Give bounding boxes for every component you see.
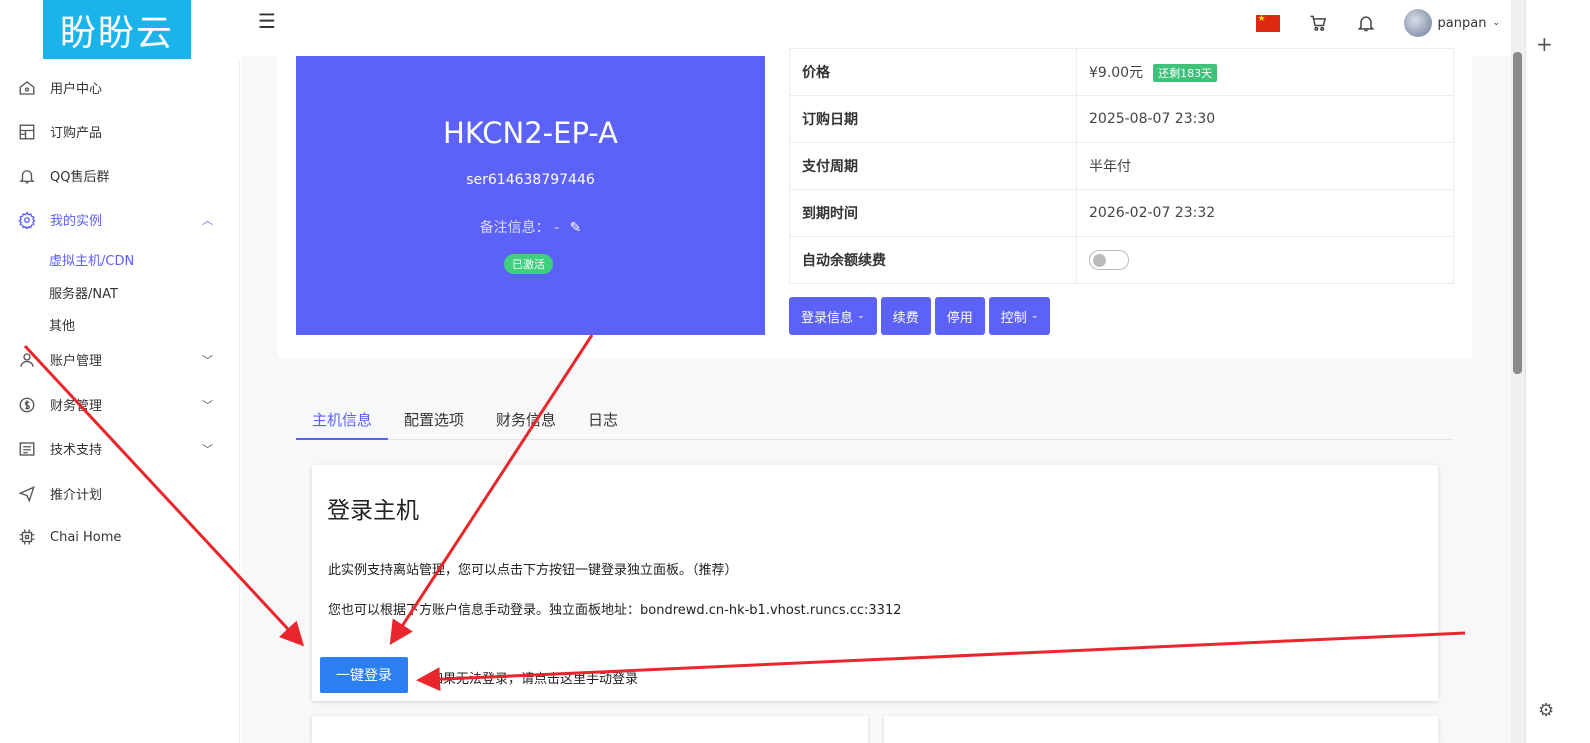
status-badge: 已激活 bbox=[504, 254, 553, 274]
table-row: 订购日期 2025-08-07 23:30 bbox=[789, 95, 1454, 143]
chevron-down-icon: ⌄ bbox=[857, 311, 865, 321]
sidebar-item-referral[interactable]: 推介计划 bbox=[18, 484, 218, 503]
brand-logo[interactable]: 盼盼云 bbox=[43, 0, 191, 59]
sidebar: 用户中心 订购产品 QQ售后群 我的实例 ︿ 虚拟主机/CDN 服务器/NAT … bbox=[0, 60, 240, 743]
renew-button[interactable]: 续费 bbox=[880, 297, 931, 335]
chevron-down-icon: ﹀ bbox=[202, 353, 213, 367]
row-value: 2025-08-07 23:30 bbox=[1076, 95, 1454, 143]
submenu-other[interactable]: 其他 bbox=[49, 315, 75, 334]
instance-note: 备注信息： - ✎ bbox=[296, 217, 765, 237]
sidebar-item-qq-group[interactable]: QQ售后群 bbox=[18, 166, 218, 185]
one-click-login-button[interactable]: 一键登录 bbox=[320, 657, 408, 693]
button-label: 控制 bbox=[1000, 310, 1027, 326]
table-row: 自动余额续费 bbox=[789, 236, 1454, 284]
header-actions: panpan ⌄ bbox=[1255, 8, 1500, 38]
instance-card: HKCN2-EP-A ser614638797446 备注信息： - ✎ 已激活 bbox=[296, 56, 765, 335]
table-row: 价格 ¥9.00元 还剩183天 bbox=[789, 48, 1454, 96]
sidebar-item-finance[interactable]: 财务管理 ﹀ bbox=[18, 395, 218, 414]
gear-icon bbox=[18, 210, 36, 229]
card-title: 登录主机 bbox=[327, 498, 419, 524]
sidebar-item-user-center[interactable]: 用户中心 bbox=[18, 78, 218, 97]
sidebar-item-label: Chai Home bbox=[50, 529, 122, 545]
auto-renew-toggle[interactable] bbox=[1089, 250, 1129, 270]
submenu-server-nat[interactable]: 服务器/NAT bbox=[49, 283, 118, 302]
stop-button[interactable]: 停用 bbox=[934, 297, 985, 335]
row-key: 订购日期 bbox=[789, 95, 1077, 143]
tab-log[interactable]: 日志 bbox=[572, 400, 634, 440]
gear-icon[interactable]: ⚙ bbox=[1538, 700, 1554, 721]
bottom-card-left bbox=[312, 716, 868, 743]
row-value: 2026-02-07 23:32 bbox=[1076, 189, 1454, 237]
row-value bbox=[1076, 236, 1454, 284]
tab-bar: 主机信息 配置选项 财务信息 日志 bbox=[296, 400, 1454, 440]
chevron-down-icon: ⌄ bbox=[1030, 311, 1039, 321]
card-text-2: 您也可以根据下方账户信息手动登录。独立面板地址：bondrewd.cn-hk-b… bbox=[328, 603, 902, 618]
doc-icon bbox=[19, 441, 35, 456]
right-panel: + ⚙ bbox=[1525, 0, 1590, 743]
tab-host-info[interactable]: 主机信息 bbox=[296, 400, 389, 440]
remaining-badge: 还剩183天 bbox=[1153, 64, 1218, 82]
price-value: ¥9.00元 bbox=[1089, 65, 1144, 81]
manual-login-link[interactable]: 如果无法登录，请点击这里手动登录 bbox=[430, 668, 638, 687]
row-value: 半年付 bbox=[1076, 142, 1454, 190]
button-label: 登录信息 bbox=[801, 310, 854, 326]
sidebar-item-label: 用户中心 bbox=[50, 82, 103, 97]
vertical-scrollbar[interactable] bbox=[1511, 0, 1525, 743]
bell-icon bbox=[19, 169, 35, 183]
sidebar-item-label: 订购产品 bbox=[50, 126, 103, 141]
row-key: 到期时间 bbox=[789, 189, 1077, 237]
card-text-1: 此实例支持离站管理，您可以点击下方按钮一键登录独立面板。（推荐） bbox=[328, 563, 738, 578]
details-table: 价格 ¥9.00元 还剩183天 订购日期 2025-08-07 23:30 支付周期… bbox=[789, 48, 1454, 284]
row-key: 自动余额续费 bbox=[789, 236, 1077, 284]
action-buttons: 登录信息 ⌄ 续费 停用 控制 ⌄ bbox=[789, 297, 1051, 335]
table-row: 到期时间 2026-02-07 23:32 bbox=[789, 189, 1454, 237]
chevron-down-icon: ⌄ bbox=[1492, 18, 1500, 28]
user-icon bbox=[20, 352, 34, 367]
plus-icon[interactable]: + bbox=[1536, 32, 1553, 56]
dollar-icon bbox=[19, 397, 35, 412]
username: panpan bbox=[1437, 15, 1487, 31]
login-host-card: 登录主机 此实例支持离站管理，您可以点击下方按钮一键登录独立面板。（推荐） 您也… bbox=[312, 465, 1438, 701]
avatar bbox=[1403, 9, 1432, 37]
bell-icon[interactable] bbox=[1356, 13, 1376, 33]
sidebar-item-my-instances[interactable]: 我的实例 ︿ bbox=[18, 210, 218, 229]
row-key: 支付周期 bbox=[789, 142, 1077, 190]
sidebar-item-account[interactable]: 账户管理 ﹀ bbox=[18, 350, 218, 369]
cart-icon[interactable] bbox=[1308, 13, 1328, 33]
sidebar-item-chai-home[interactable]: Chai Home bbox=[18, 528, 218, 546]
sidebar-item-label: 推介计划 bbox=[50, 488, 103, 503]
login-info-button[interactable]: 登录信息 ⌄ bbox=[789, 297, 877, 335]
sidebar-item-label: 财务管理 bbox=[50, 399, 103, 414]
sidebar-item-label: 账户管理 bbox=[50, 354, 103, 369]
sidebar-item-label: 技术支持 bbox=[50, 443, 103, 458]
tab-config[interactable]: 配置选项 bbox=[388, 400, 480, 440]
send-icon bbox=[18, 485, 35, 503]
user-menu[interactable]: panpan ⌄ bbox=[1403, 9, 1500, 37]
row-value: ¥9.00元 还剩183天 bbox=[1076, 48, 1454, 96]
note-text: 备注信息： - bbox=[479, 220, 560, 236]
china-flag-icon[interactable] bbox=[1255, 14, 1280, 32]
app-root: 盼盼云 ☰ panpan ⌄ 用户中心 订购产品 QQ售后群 我的实例 ︿ 虚拟… bbox=[0, 0, 1590, 743]
control-button[interactable]: 控制 ⌄ bbox=[988, 297, 1051, 335]
instance-name: HKCN2-EP-A bbox=[443, 116, 618, 150]
bottom-card-right bbox=[884, 716, 1438, 743]
submenu-virtual-host[interactable]: 虚拟主机/CDN bbox=[49, 250, 134, 269]
chevron-up-icon: ︿ bbox=[202, 213, 213, 227]
chevron-down-icon: ﹀ bbox=[202, 442, 213, 456]
scrollbar-thumb[interactable] bbox=[1513, 52, 1522, 374]
table-row: 支付周期 半年付 bbox=[789, 142, 1454, 190]
instance-serial: ser614638797446 bbox=[466, 172, 595, 188]
row-key: 价格 bbox=[789, 48, 1077, 96]
chip-icon bbox=[19, 529, 35, 545]
sidebar-item-order[interactable]: 订购产品 bbox=[18, 122, 218, 141]
edit-icon[interactable]: ✎ bbox=[570, 220, 582, 236]
chevron-down-icon: ﹀ bbox=[202, 398, 213, 412]
home-icon bbox=[19, 80, 35, 95]
sidebar-item-support[interactable]: 技术支持 ﹀ bbox=[18, 439, 218, 458]
grid-icon bbox=[19, 124, 35, 139]
tab-finance[interactable]: 财务信息 bbox=[480, 400, 572, 440]
hamburger-icon[interactable]: ☰ bbox=[258, 9, 276, 33]
sidebar-item-label: 我的实例 bbox=[50, 214, 103, 229]
sidebar-item-label: QQ售后群 bbox=[50, 170, 110, 185]
